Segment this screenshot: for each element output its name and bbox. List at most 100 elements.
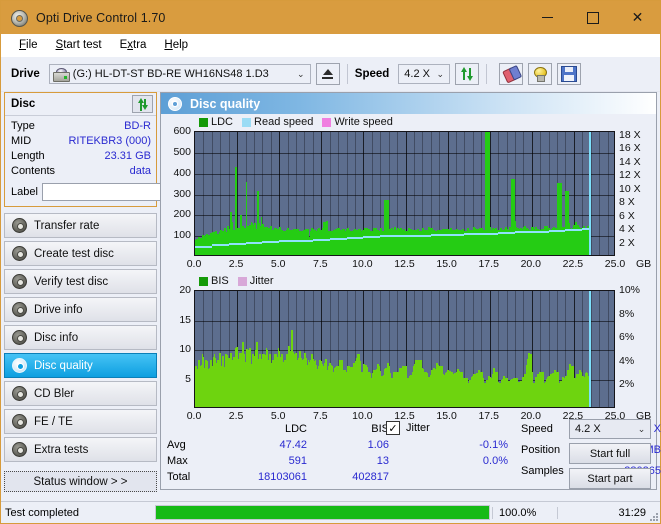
sidebar-item-fe-te[interactable]: FE / TE	[4, 409, 157, 434]
speed-select[interactable]: 4.2 X ⌄	[398, 64, 451, 84]
sidebar-item-label: Create test disc	[34, 247, 114, 260]
read-speed-segment	[514, 231, 532, 234]
speed-label: Speed	[354, 68, 390, 80]
read-speed-segment	[481, 232, 499, 235]
app-window: Opti Drive Control 1.70 ✕ File Start tes…	[0, 0, 661, 524]
disc-icon	[12, 218, 27, 233]
y-axis-tick-label: 20	[179, 284, 191, 296]
disc-quality-icon	[168, 96, 182, 111]
read-speed-segment	[464, 233, 482, 236]
test-speed-select[interactable]: 4.2 X ⌄	[569, 419, 651, 439]
sidebar-item-create-test-disc[interactable]: Create test disc	[4, 241, 157, 266]
legend-label: BIS	[211, 275, 229, 287]
disc-type-label: Type	[11, 120, 35, 132]
stats-bis-avg: 1.06	[367, 439, 389, 451]
chevron-down-icon: ⌄	[297, 68, 305, 79]
sidebar-item-label: Disc info	[34, 331, 79, 344]
maximize-button[interactable]	[570, 1, 615, 34]
sidebar-item-drive-info[interactable]: Drive info	[4, 297, 157, 322]
menu-item-help[interactable]: Help	[155, 37, 197, 53]
status-window-button[interactable]: Status window > >	[4, 471, 157, 492]
sidebar-item-label: CD Bler	[34, 387, 75, 400]
stats-bis-total: 402817	[352, 471, 389, 483]
disc-row-length: Length 23.31 GB	[11, 149, 151, 164]
stats-row-total: Total 18103061 402817	[167, 469, 389, 485]
sidebar-item-extra-tests[interactable]: Extra tests	[4, 437, 157, 462]
save-button[interactable]	[557, 63, 582, 85]
legend-item-write-speed: Write speed	[322, 116, 393, 128]
title-bar: Opti Drive Control 1.70 ✕	[1, 1, 660, 34]
elapsed-time: 31:29	[557, 506, 660, 519]
y-axis-tick-label: 400	[173, 166, 191, 179]
save-icon	[561, 66, 578, 82]
menu-start-test-rest: tart test	[63, 39, 102, 51]
legend-item-jitter: Jitter	[237, 275, 274, 287]
progress-bar-fill	[156, 506, 489, 519]
disc-icon	[12, 358, 27, 373]
sidebar-item-transfer-rate[interactable]: Transfer rate	[4, 213, 157, 238]
read-speed-segment	[430, 234, 448, 237]
legend-item-ldc: LDC	[199, 116, 233, 128]
start-full-button[interactable]: Start full	[569, 443, 651, 464]
start-part-button[interactable]: Start part	[569, 468, 651, 489]
sidebar-item-verify-test-disc[interactable]: Verify test disc	[4, 269, 157, 294]
erase-button[interactable]	[499, 63, 524, 85]
read-speed-segment	[363, 236, 381, 239]
y2-axis-tick-label: 18 X	[619, 129, 641, 142]
menu-item-start-test[interactable]: Start test	[47, 37, 111, 53]
read-speed-segment	[565, 229, 583, 232]
close-button[interactable]: ✕	[615, 1, 660, 34]
eject-button[interactable]	[315, 63, 340, 85]
eject-icon	[322, 69, 334, 79]
optical-drive-icon	[52, 67, 70, 82]
x-axis-tick-label: 12.5	[394, 258, 415, 270]
eraser-icon	[501, 64, 522, 84]
x-axis-tick-label: 15.0	[436, 258, 457, 270]
gridline-horizontal	[195, 153, 614, 154]
y-axis-tick-label: 10	[179, 343, 191, 355]
y-axis-tick-label: 500	[173, 145, 191, 158]
menu-item-extra[interactable]: Extra	[111, 37, 156, 53]
jitter-avg: -0.1%	[479, 439, 508, 451]
x-axis-tick-label: 0.0	[186, 258, 202, 270]
y2-axis-tick-label: 6 X	[619, 209, 635, 222]
y2-axis-tick-label: 2%	[619, 378, 635, 391]
menu-item-file[interactable]: File	[10, 37, 47, 53]
disc-icon	[12, 330, 27, 345]
sidebar-item-disc-quality[interactable]: Disc quality	[4, 353, 157, 378]
disc-refresh-button[interactable]	[132, 95, 153, 113]
x-axis-tick-label: 5.0	[270, 258, 286, 270]
error-stats-table: LDC BIS Avg 47.42 1.06 Max 591 13 Total …	[167, 421, 389, 485]
position-cursor	[589, 291, 591, 407]
charts-area: LDC Read speed Write speed 100 200 300 400 500 6…	[161, 114, 656, 422]
jitter-max: 0.0%	[482, 455, 508, 467]
bulb-button[interactable]	[528, 63, 553, 85]
disc-row-mid: MID RITEKBR3 (000)	[11, 134, 151, 149]
main-area: Disc Type BD-R MID RITEKBR3 (000) Length…	[1, 92, 661, 492]
disc-properties: Type BD-R MID RITEKBR3 (000) Length 23.3…	[5, 116, 217, 206]
sidebar-item-disc-info[interactable]: Disc info	[4, 325, 157, 350]
jitter-toggle[interactable]: ✓ Jitter	[386, 421, 430, 435]
disc-row-contents: Contents data	[11, 164, 151, 179]
disc-icon	[12, 302, 27, 317]
minimize-button[interactable]	[525, 1, 570, 34]
legend-item-read-speed: Read speed	[242, 116, 313, 128]
y2-axis-tick-label: 14 X	[619, 155, 641, 168]
disc-panel-title: Disc	[11, 98, 36, 110]
gridline-vertical	[591, 291, 592, 407]
jitter-checkbox[interactable]: ✓	[386, 421, 400, 435]
minimize-icon	[542, 17, 553, 18]
stats-row-avg: Avg 47.42 1.06	[167, 437, 389, 453]
read-speed-segment	[397, 234, 414, 237]
resize-grip-icon[interactable]	[648, 511, 658, 521]
disc-icon	[12, 274, 27, 289]
read-speed-segment	[346, 236, 364, 239]
stats-row-label-avg: Avg	[167, 439, 186, 451]
y2-axis-tick-label: 4 X	[619, 223, 635, 236]
read-speed-segment	[195, 245, 212, 248]
disc-icon	[12, 386, 27, 401]
drive-select[interactable]: (G:) HL-DT-ST BD-RE WH16NS48 1.D3 ⌄	[48, 64, 311, 84]
content-title: Disc quality	[190, 96, 261, 111]
refresh-button[interactable]	[455, 63, 480, 85]
sidebar-item-cd-bler[interactable]: CD Bler	[4, 381, 157, 406]
